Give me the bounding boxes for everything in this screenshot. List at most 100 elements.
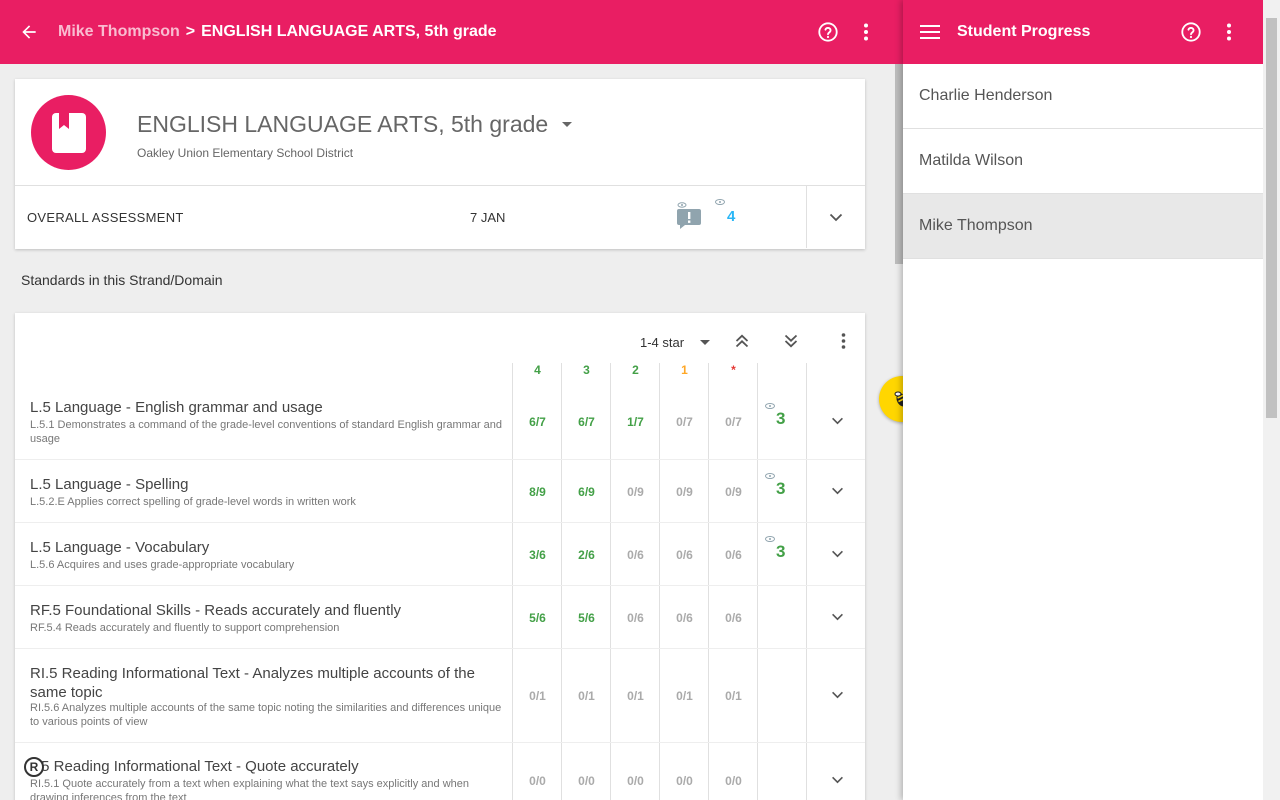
standard-title: L.5 Language - English grammar and usage	[30, 399, 323, 416]
overall-assessment-row[interactable]: OVERALL ASSESSMENT 7 JAN 4	[15, 186, 865, 248]
comment-alert-icon[interactable]	[677, 202, 701, 235]
rating-cell: 6/9	[578, 485, 595, 499]
standard-row[interactable]: L.5 Language - English grammar and usage…	[15, 383, 865, 460]
rating-cell: 0/6	[676, 548, 693, 562]
rating-cell: 0/9	[725, 485, 742, 499]
rating-cell: 0/6	[627, 611, 644, 625]
breadcrumb-separator: >	[185, 23, 196, 40]
standard-title: RI.5 Reading Informational Text - Analyz…	[30, 665, 475, 701]
help-icon	[818, 22, 838, 42]
standard-row[interactable]: L.5 Language - Spelling L.5.2.E Applies …	[15, 460, 865, 523]
eye-icon	[765, 473, 775, 479]
standards-toolbar: 1-4 star	[15, 313, 865, 368]
rating-filter-dropdown[interactable]: 1-4 star	[640, 335, 711, 350]
standard-row[interactable]: RF.5 Foundational Skills - Reads accurat…	[15, 586, 865, 649]
standards-more-button[interactable]	[831, 329, 855, 353]
column-header-1: 1	[681, 363, 688, 377]
rating-cell: 3/6	[529, 548, 546, 562]
row-expand-button[interactable]	[827, 411, 847, 431]
rating-cell: 0/0	[725, 774, 742, 788]
breadcrumb-student[interactable]: Mike Thompson	[58, 23, 180, 41]
rating-cell: 0/1	[725, 689, 742, 703]
rating-cell: 0/6	[676, 611, 693, 625]
rating-cell: 0/7	[676, 415, 693, 429]
double-chevron-down-icon	[784, 334, 798, 348]
standard-row[interactable]: L.5 Language - Vocabulary L.5.6 Acquires…	[15, 523, 865, 586]
student-list-item-selected[interactable]: Mike Thompson	[903, 194, 1263, 259]
row-expand-button[interactable]	[827, 685, 847, 705]
panel-title: Student Progress	[957, 23, 1091, 40]
column-header-2: 2	[632, 363, 639, 377]
more-vert-icon	[864, 23, 868, 41]
help-overlay-icon[interactable]: R	[24, 757, 44, 777]
breadcrumb-course: ENGLISH LANGUAGE ARTS, 5th grade	[201, 23, 497, 40]
help-button[interactable]	[809, 0, 847, 64]
course-district: Oakley Union Elementary School District	[137, 146, 354, 160]
student-list-item[interactable]: Charlie Henderson	[903, 64, 1263, 129]
standard-row[interactable]: RI.5 Reading Informational Text - Analyz…	[15, 649, 865, 743]
row-expand-button[interactable]	[827, 544, 847, 564]
back-button[interactable]	[0, 0, 58, 64]
rating-cell: 1/7	[627, 415, 644, 429]
chevron-down-icon	[831, 776, 843, 784]
rating-cell: 0/1	[578, 689, 595, 703]
standard-description: RI.5.6 Analyzes multiple accounts of the…	[30, 702, 502, 728]
course-title-dropdown[interactable]: ENGLISH LANGUAGE ARTS, 5th grade	[137, 111, 573, 138]
rating-column-headers: 4 3 2 1 *	[15, 363, 865, 383]
collapse-all-button[interactable]	[730, 329, 754, 353]
chevron-down-icon	[829, 213, 843, 221]
rating-cell: 0/1	[627, 689, 644, 703]
rating-cell: 0/9	[627, 485, 644, 499]
hamburger-menu-icon	[920, 25, 940, 39]
eye-icon	[765, 403, 775, 409]
eye-icon	[765, 536, 775, 542]
chevron-down-icon	[831, 691, 843, 699]
panel-header: Student Progress	[903, 0, 1263, 64]
column-header-4: 4	[534, 363, 541, 377]
column-header-3: 3	[583, 363, 590, 377]
standard-description: RI.5.1 Quote accurately from a text when…	[30, 778, 470, 800]
more-menu-button[interactable]	[847, 0, 885, 64]
rating-cell: 0/0	[529, 774, 546, 788]
rating-cell: 0/0	[627, 774, 644, 788]
row-expand-button[interactable]	[827, 770, 847, 790]
student-list-item[interactable]: Matilda Wilson	[903, 129, 1263, 194]
app-header: Mike Thompson > ENGLISH LANGUAGE ARTS, 5…	[0, 0, 903, 64]
standard-description: RF.5.4 Reads accurately and fluently to …	[30, 622, 340, 634]
standard-title: RF.5 Foundational Skills - Reads accurat…	[30, 602, 402, 619]
chevron-down-icon	[831, 613, 843, 621]
rating-filter-label: 1-4 star	[640, 335, 685, 350]
menu-button[interactable]	[903, 0, 957, 64]
rating-cell: 0/1	[676, 689, 693, 703]
rating-cell: 2/6	[578, 548, 595, 562]
panel-help-button[interactable]	[1172, 0, 1210, 64]
expand-all-button[interactable]	[779, 329, 803, 353]
course-card: ENGLISH LANGUAGE ARTS, 5th grade Oakley …	[15, 79, 865, 249]
content-scrollbar[interactable]	[895, 64, 903, 264]
standard-title: L.5 Language - Spelling	[30, 476, 189, 493]
double-chevron-up-icon	[735, 334, 749, 348]
panel-more-button[interactable]	[1210, 0, 1248, 64]
rating-cell: 0/0	[578, 774, 595, 788]
rating-cell: 8/9	[529, 485, 546, 499]
standard-description: L.5.6 Acquires and uses grade-appropriat…	[30, 559, 295, 571]
chevron-down-icon	[831, 550, 843, 558]
chevron-down-icon	[831, 417, 843, 425]
page-scrollbar[interactable]	[1263, 0, 1280, 800]
standards-card: 1-4 star 4 3 2 1 * L.5 Language - Englis…	[15, 313, 865, 800]
column-header-star: *	[731, 363, 736, 377]
row-expand-button[interactable]	[827, 607, 847, 627]
standard-row[interactable]: .5 Reading Informational Text - Quote ac…	[15, 743, 865, 800]
student-progress-panel: Student Progress Charlie Henderson Matil…	[903, 0, 1263, 800]
scrollbar-thumb[interactable]	[1266, 18, 1277, 418]
standard-title: L.5 Language - Vocabulary	[30, 539, 210, 556]
rating-cell: 0/6	[627, 548, 644, 562]
caret-down-icon	[562, 122, 573, 127]
standard-description: L.5.2.E Applies correct spelling of grad…	[30, 496, 356, 508]
row-expand-button[interactable]	[827, 481, 847, 501]
overall-expand-button[interactable]	[806, 186, 865, 248]
overall-assessment-date: 7 JAN	[470, 209, 506, 225]
rating-cell: 0/9	[676, 485, 693, 499]
section-label: Standards in this Strand/Domain	[21, 272, 223, 288]
rating-cell: 6/7	[578, 415, 595, 429]
